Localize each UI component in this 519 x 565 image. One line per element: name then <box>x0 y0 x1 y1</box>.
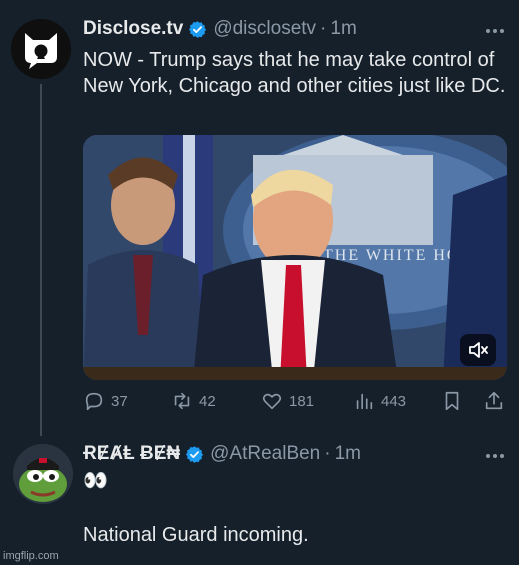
disclosetv-logo-icon <box>11 19 71 79</box>
video-frame-image: THE WHITE HOUSE <box>83 135 507 380</box>
tweet1-video[interactable]: THE WHITE HOUSE <box>83 135 507 380</box>
reply-count: 37 <box>111 392 128 410</box>
like-button[interactable]: 181 <box>261 390 314 412</box>
avatar-atrealben[interactable] <box>13 444 73 504</box>
tweet1-timestamp[interactable]: 1m <box>330 18 356 40</box>
tweet2-header: ɌɆȺⱠ ɃɆ₦ @AtRealBen · 1m <box>83 443 361 465</box>
tweet2-timestamp[interactable]: 1m <box>335 443 361 465</box>
imgflip-watermark: imgflip.com <box>3 550 59 562</box>
tweet2-separator: · <box>324 443 331 464</box>
bookmark-button[interactable] <box>441 390 469 412</box>
tweet2-emoji-line: 👀 <box>83 470 108 492</box>
mute-toggle[interactable] <box>460 334 496 366</box>
share-icon <box>485 391 503 410</box>
tweet2-handle[interactable]: @AtRealBen <box>210 443 320 465</box>
like-icon <box>262 393 282 410</box>
more-options-icon[interactable] <box>485 453 505 459</box>
tweet1-display-name[interactable]: Disclose.tv <box>83 18 183 40</box>
views-button[interactable]: 443 <box>353 390 406 412</box>
tweet1-handle[interactable]: @disclosetv <box>213 18 316 40</box>
views-icon <box>356 393 373 410</box>
retweet-icon <box>174 392 190 410</box>
reply-button[interactable]: 37 <box>83 390 128 412</box>
tweet2-display-name[interactable]: ɌɆȺⱠ ɃɆ₦ <box>83 443 180 465</box>
tweet2-text: National Guard incoming. <box>83 524 309 546</box>
tweet1-separator: · <box>320 18 327 39</box>
like-count: 181 <box>289 392 315 410</box>
more-options-icon[interactable] <box>485 28 505 34</box>
thread-connector-line <box>40 84 42 436</box>
avatar-disclosetv[interactable] <box>11 19 71 79</box>
tweet1-action-bar: 37 42 181 443 <box>83 390 509 416</box>
retweet-count: 42 <box>199 392 216 410</box>
tweet1-text: NOW - Trump says that he may take contro… <box>83 49 506 97</box>
reply-icon <box>85 392 103 411</box>
pepe-frog-avatar-icon <box>13 444 73 504</box>
bookmark-icon <box>445 391 459 411</box>
share-button[interactable] <box>483 390 511 412</box>
volume-muted-icon <box>469 342 488 358</box>
retweet-button[interactable]: 42 <box>171 390 216 412</box>
verified-badge-icon <box>186 445 204 463</box>
tweet1-header: Disclose.tv @disclosetv · 1m <box>83 18 357 40</box>
views-count: 443 <box>381 392 407 410</box>
verified-badge-icon <box>189 20 207 38</box>
